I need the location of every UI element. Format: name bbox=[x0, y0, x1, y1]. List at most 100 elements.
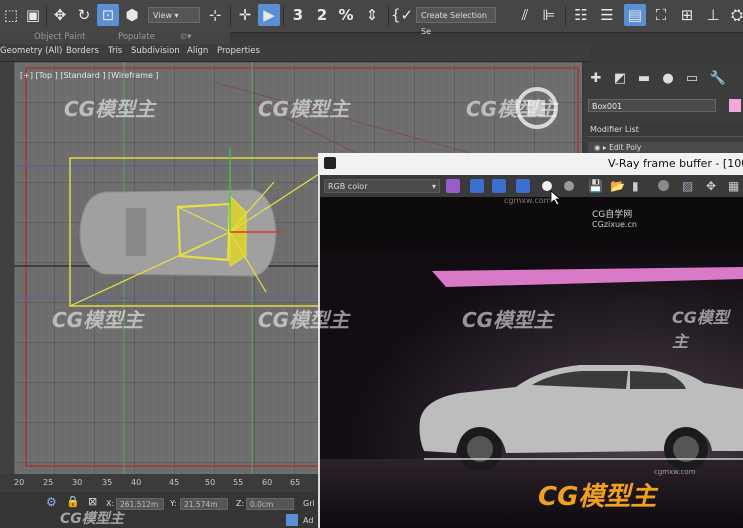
ribbon-menu-icon[interactable]: ⊙▾ bbox=[180, 32, 191, 42]
modify-tab-icon[interactable]: ◩ bbox=[612, 70, 628, 86]
watermark-brand-large: CG模型主 bbox=[538, 482, 657, 512]
ribbon-tabs-row: Object Paint Populate ⊙▾ bbox=[0, 32, 230, 44]
viewport-label[interactable]: [+] [Top ] [Standard ] [Wireframe ] bbox=[20, 71, 159, 80]
mirror-icon[interactable]: ⫽ bbox=[514, 4, 536, 26]
toolbar-divider bbox=[565, 6, 566, 26]
motion-tab-icon[interactable]: ● bbox=[660, 70, 676, 86]
ribbon-toggle-icon[interactable]: ▤ bbox=[624, 4, 646, 26]
material-editor-icon[interactable]: ⊥ bbox=[702, 4, 724, 26]
utilities-tab-icon[interactable]: 🔧 bbox=[710, 70, 726, 86]
percent-snap-icon[interactable]: % bbox=[335, 4, 357, 26]
vray-window-title: V-Ray frame buffer - [100% bbox=[608, 157, 743, 170]
select-toggle-icon[interactable]: ▣ bbox=[22, 4, 44, 26]
watermark-brand: CG模型主 bbox=[52, 308, 144, 332]
render-canvas bbox=[320, 197, 743, 528]
blue-channel-icon[interactable] bbox=[516, 179, 530, 193]
ribbon-item-align[interactable]: Align bbox=[187, 46, 208, 56]
ruler-tick: 55 bbox=[233, 478, 244, 487]
snap-toggle-icon[interactable]: 3 bbox=[287, 4, 309, 26]
clear-image-icon[interactable]: ▮ bbox=[632, 179, 646, 193]
select-place-icon[interactable]: ⬢ bbox=[121, 4, 143, 26]
toolbar-divider bbox=[230, 6, 231, 26]
named-selection-dropdown[interactable]: Create Selection Se bbox=[416, 7, 496, 36]
scale-icon[interactable]: ⊡ bbox=[97, 4, 119, 26]
isolate-icon[interactable]: ⚙ bbox=[46, 495, 57, 509]
ruler-tick: 40 bbox=[131, 478, 142, 487]
mono-channel-icon[interactable] bbox=[564, 181, 574, 191]
region-render-icon[interactable]: ▨ bbox=[682, 179, 696, 193]
ribbon-panel: Geometry (All) Borders Tris Subdivision … bbox=[0, 44, 590, 62]
main-toolbar: ⬚ ▣ ✥ ↻ ⊡ ⬢ View ▾ ⊹ ✛ ▶ 3 2 % ⇕ {✓ Crea… bbox=[0, 0, 743, 36]
reference-coordinate-dropdown[interactable]: View ▾ bbox=[148, 7, 200, 23]
mouse-cursor-icon bbox=[550, 190, 560, 206]
grid-label: Gri bbox=[303, 499, 315, 508]
toolbar-divider bbox=[46, 6, 47, 26]
layer-explorer-icon[interactable]: ☰ bbox=[596, 4, 618, 26]
x-label: X: bbox=[106, 499, 115, 508]
ruler-tick: 65 bbox=[290, 478, 301, 487]
absolute-mode-icon[interactable]: ⊠ bbox=[88, 495, 97, 508]
watermark-brand: CG模型主 bbox=[462, 308, 554, 332]
lock-icon[interactable]: 🔒 bbox=[66, 495, 80, 508]
watermark-site: CG自学网 bbox=[592, 210, 633, 220]
keyboard-shortcut-override-icon[interactable]: ▶ bbox=[258, 4, 280, 26]
ruler-tick: 25 bbox=[43, 478, 54, 487]
vray-title-bar[interactable]: V-Ray frame buffer - [100% bbox=[318, 153, 743, 175]
time-ruler[interactable]: 20 25 30 35 40 45 50 55 60 65 bbox=[0, 474, 320, 492]
render-icon[interactable]: ▦ bbox=[728, 179, 742, 193]
watermark-brand: CG模型主 bbox=[64, 97, 156, 121]
toolbar-divider bbox=[283, 6, 284, 26]
display-tab-icon[interactable]: ▭ bbox=[684, 70, 700, 86]
add-time-tag-icon[interactable] bbox=[286, 514, 298, 526]
watermark-brand: CG模型主 bbox=[466, 97, 558, 121]
pan-icon[interactable]: ✥ bbox=[706, 179, 720, 193]
scene-explorer-icon[interactable]: ☷ bbox=[570, 4, 592, 26]
align-icon[interactable]: ⊫ bbox=[538, 4, 560, 26]
modifier-list-dropdown[interactable]: Modifier List bbox=[588, 123, 743, 137]
curve-editor-icon[interactable]: ⛶ bbox=[650, 4, 672, 26]
rotate-icon[interactable]: ↻ bbox=[73, 4, 95, 26]
ribbon-tab-populate[interactable]: Populate bbox=[118, 32, 155, 42]
ribbon-item-properties[interactable]: Properties bbox=[217, 46, 260, 56]
vray-app-icon bbox=[324, 157, 336, 169]
ribbon-item-tris[interactable]: Tris bbox=[108, 46, 122, 56]
track-mouse-icon[interactable] bbox=[658, 180, 669, 191]
ribbon-item-subdivision[interactable]: Subdivision bbox=[131, 46, 180, 56]
render-setup-icon[interactable]: ⛭ bbox=[726, 4, 743, 26]
color-corrections-icon[interactable] bbox=[446, 179, 460, 193]
spinner-snap-icon[interactable]: ⇕ bbox=[361, 4, 383, 26]
ruler-tick: 60 bbox=[262, 478, 273, 487]
toolbar-divider bbox=[388, 6, 389, 26]
watermark-brand: CG模型主 bbox=[258, 97, 350, 121]
create-tab-icon[interactable]: ✚ bbox=[588, 70, 604, 86]
ruler-tick: 35 bbox=[102, 478, 113, 487]
angle-snap-icon[interactable]: 2 bbox=[311, 4, 333, 26]
y-label: Y: bbox=[170, 499, 177, 508]
edit-named-selection-icon[interactable]: {✓ bbox=[391, 4, 413, 26]
red-channel-icon[interactable] bbox=[470, 179, 484, 193]
select-manipulate-icon[interactable]: ✛ bbox=[234, 4, 256, 26]
ruler-tick: 50 bbox=[205, 478, 216, 487]
z-coordinate-field[interactable]: 0.0cm bbox=[246, 498, 294, 510]
render-image[interactable] bbox=[320, 197, 743, 528]
ruler-tick: 30 bbox=[72, 478, 83, 487]
ribbon-item-geometry[interactable]: Geometry (All) bbox=[0, 46, 62, 56]
move-icon[interactable]: ✥ bbox=[49, 4, 71, 26]
save-image-icon[interactable]: 💾 bbox=[588, 179, 603, 193]
channel-dropdown[interactable]: RGB color ▾ bbox=[324, 179, 440, 193]
left-side-strip bbox=[0, 62, 14, 474]
ribbon-tab-object-paint[interactable]: Object Paint bbox=[34, 32, 85, 42]
y-coordinate-field[interactable]: 21.574m bbox=[180, 498, 228, 510]
status-bar: ⚙ 🔒 ⊠ X: 261.512m Y: 21.574m Z: 0.0cm Gr… bbox=[0, 492, 320, 528]
object-color-swatch[interactable] bbox=[729, 99, 741, 112]
select-region-icon[interactable]: ⬚ bbox=[0, 4, 22, 26]
ribbon-item-borders[interactable]: Borders bbox=[66, 46, 99, 56]
watermark-brand: CG模型主 bbox=[258, 308, 350, 332]
load-image-icon[interactable]: 📂 bbox=[610, 179, 625, 193]
green-channel-icon[interactable] bbox=[492, 179, 506, 193]
hierarchy-tab-icon[interactable]: ▬ bbox=[636, 70, 652, 86]
ruler-tick: 45 bbox=[169, 478, 180, 487]
pivot-center-icon[interactable]: ⊹ bbox=[204, 4, 226, 26]
object-name-field[interactable]: Box001 bbox=[588, 99, 716, 112]
schematic-view-icon[interactable]: ⊞ bbox=[676, 4, 698, 26]
